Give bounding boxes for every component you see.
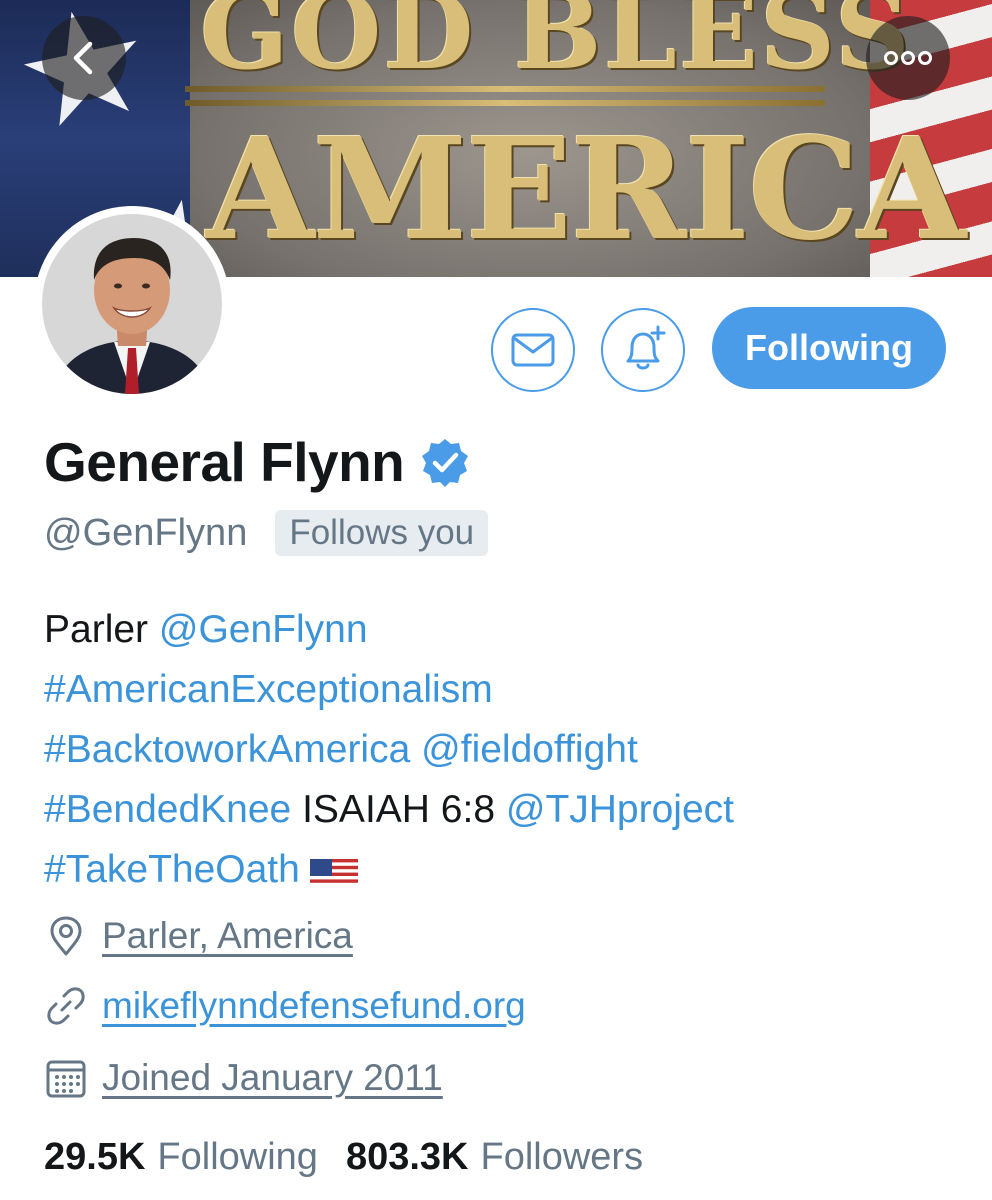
bio-text: Parler <box>44 608 159 651</box>
website-row: mikeflynndefensefund.org <box>44 984 526 1028</box>
bio-text: ISAIAH 6:8 <box>291 788 506 831</box>
message-button[interactable] <box>491 308 575 392</box>
location-row: Parler, America <box>44 914 353 958</box>
calendar-icon <box>46 1060 86 1098</box>
verified-badge-icon <box>422 439 469 487</box>
more-options-button[interactable] <box>866 16 950 100</box>
profile-handle: @GenFlynn <box>44 511 248 554</box>
joined-row: Joined January 2011 <box>44 1056 443 1100</box>
profile-bio: Parler @GenFlynn #AmericanExceptionalism… <box>44 600 964 900</box>
banner-divider <box>185 86 825 92</box>
us-flag-icon <box>309 851 358 885</box>
bio-line: #BacktoworkAmerica @fieldoffight <box>44 720 964 780</box>
mention-link[interactable]: @GenFlynn <box>159 608 368 651</box>
avatar[interactable] <box>34 206 230 402</box>
joined-date-text: Joined January 2011 <box>102 1057 443 1098</box>
mention-link[interactable]: @fieldoffight <box>421 728 638 771</box>
hashtag-link[interactable]: #BacktoworkAmerica <box>44 728 410 771</box>
profile-name-row: General Flynn <box>44 430 470 494</box>
banner-title-top: GOD BLESS <box>200 0 913 93</box>
chevron-left-icon <box>73 41 93 75</box>
bell-plus-icon <box>626 325 666 370</box>
location-text[interactable]: Parler, America <box>102 915 353 957</box>
following-button[interactable]: Following <box>712 307 946 389</box>
link-icon <box>47 987 85 1025</box>
banner-title-main: AMERICA <box>206 108 966 272</box>
more-horizontal-icon <box>884 51 932 65</box>
following-count: 29.5K <box>44 1136 146 1178</box>
followers-label: Followers <box>480 1136 644 1178</box>
follows-you-badge: Follows you <box>275 510 489 556</box>
notifications-button[interactable] <box>601 308 685 392</box>
bio-line: #AmericanExceptionalism <box>44 660 964 720</box>
banner-divider <box>185 100 825 106</box>
avatar-photo <box>42 214 222 394</box>
hashtag-link[interactable]: #TakeTheOath <box>44 848 300 891</box>
envelope-icon <box>511 333 555 367</box>
followers-count: 803.3K <box>345 1136 469 1178</box>
location-pin-icon <box>50 916 82 956</box>
avatar-portrait-icon <box>42 214 222 394</box>
bio-line: #TakeTheOath <box>44 840 964 900</box>
hashtag-link[interactable]: #BendedKnee <box>44 788 291 831</box>
handle-row: @GenFlynn Follows you <box>44 510 489 556</box>
followers-count-link[interactable]: 803.3K Followers <box>346 1136 643 1179</box>
bio-line: #BendedKnee ISAIAH 6:8 @TJHproject <box>44 780 964 840</box>
display-name: General Flynn <box>44 431 405 493</box>
following-label: Following <box>157 1136 318 1178</box>
following-count-link[interactable]: 29.5K Following <box>44 1136 318 1179</box>
back-button[interactable] <box>42 16 126 100</box>
hashtag-link[interactable]: #AmericanExceptionalism <box>44 668 493 711</box>
follow-counts: 29.5K Following 803.3K Followers <box>44 1136 643 1179</box>
mention-link[interactable]: @TJHproject <box>506 788 734 831</box>
bio-line: Parler @GenFlynn <box>44 600 964 660</box>
website-link[interactable]: mikeflynndefensefund.org <box>102 985 526 1027</box>
